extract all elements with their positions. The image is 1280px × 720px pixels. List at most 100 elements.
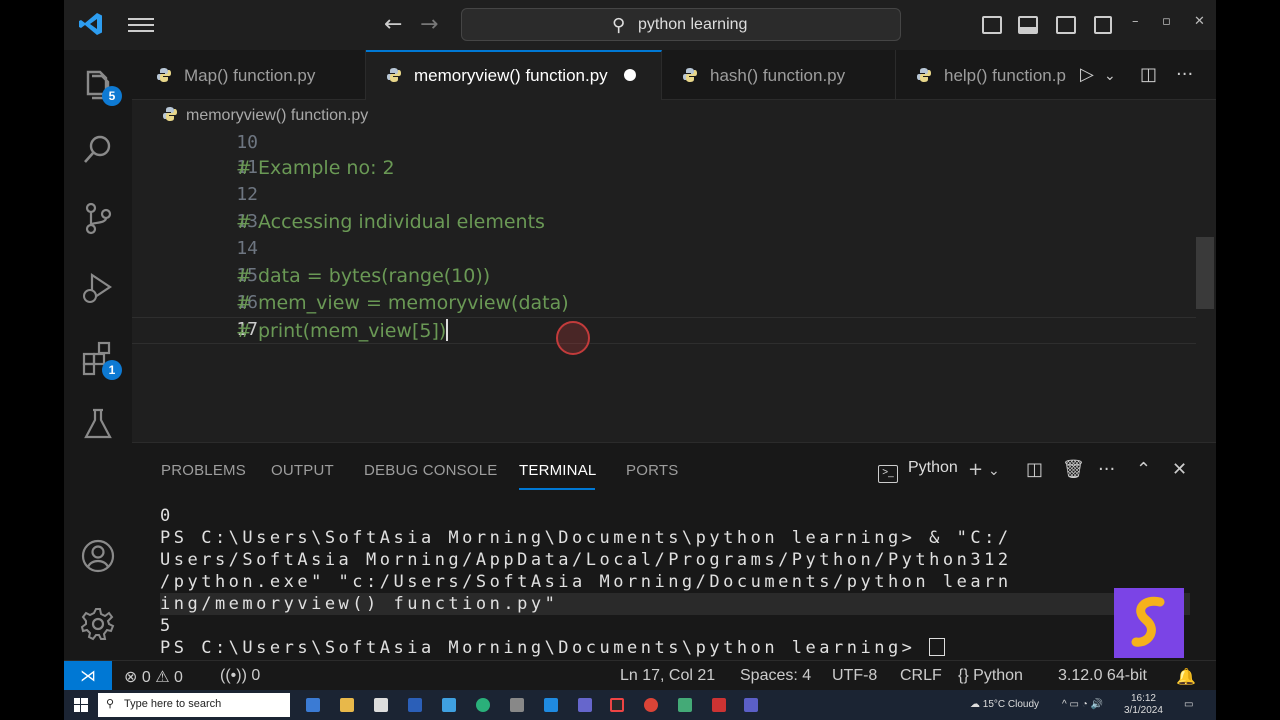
search-icon[interactable] xyxy=(80,132,116,168)
accounts-icon[interactable] xyxy=(80,538,116,574)
terminal-line: PS C:\Users\SoftAsia Morning\Documents\p… xyxy=(160,528,1012,548)
line-number: 12 xyxy=(236,184,258,205)
terminal-shell-selector[interactable]: >_ Python xyxy=(878,459,958,483)
app-icon[interactable] xyxy=(442,698,456,712)
run-debug-icon[interactable] xyxy=(80,270,116,306)
editor-scrollbar[interactable] xyxy=(1196,237,1214,309)
explorer-icon[interactable]: 5 xyxy=(80,66,122,106)
task-view-icon[interactable] xyxy=(306,698,320,712)
code-line-current: 17 # print(mem_view[5]) xyxy=(132,319,1192,346)
clock[interactable]: 16:12 3/1/2024 xyxy=(1124,693,1163,717)
toggle-panel-icon[interactable] xyxy=(1018,16,1038,34)
minimize-icon[interactable]: – xyxy=(1132,14,1139,29)
code-line: 14 xyxy=(132,238,1192,265)
tab-hash-function[interactable]: hash() function.py xyxy=(662,50,896,100)
terminal-line: /python.exe" "c:/Users/SoftAsia Morning/… xyxy=(160,572,1012,592)
store-icon[interactable] xyxy=(374,698,388,712)
command-center-search[interactable]: ⚲ python learning xyxy=(461,8,901,41)
code-line: 16 # mem_view = memoryview(data) xyxy=(132,292,1192,319)
app-icon[interactable] xyxy=(510,698,524,712)
notifications-bell-icon[interactable]: 🔔 xyxy=(1176,667,1196,687)
error-icon: ⊗ xyxy=(124,669,138,686)
close-panel-icon[interactable]: ✕ xyxy=(1172,459,1187,480)
code-line: 12 xyxy=(132,184,1192,211)
teams-icon[interactable] xyxy=(744,698,758,712)
line-code-text: # print(mem_view[5]) xyxy=(236,320,447,342)
app-icon[interactable] xyxy=(712,698,726,712)
shell-name: Python xyxy=(908,459,958,476)
code-line: 13 # Accessing individual elements xyxy=(132,211,1192,238)
app-icon[interactable] xyxy=(610,698,624,712)
customize-layout-icon[interactable] xyxy=(1094,16,1112,34)
taskbar-search-placeholder: Type here to search xyxy=(124,698,222,710)
language-mode[interactable]: {} Python xyxy=(958,667,1023,685)
problems-status[interactable]: ⊗ 0 ⚠ 0 xyxy=(124,667,183,687)
maximize-icon[interactable]: ▫ xyxy=(1162,14,1171,29)
app-icon[interactable] xyxy=(678,698,692,712)
terminal-output[interactable]: 0 PS C:\Users\SoftAsia Morning\Documents\… xyxy=(160,505,1190,659)
source-control-icon[interactable] xyxy=(80,200,116,236)
terminal-line: ing/memoryview() function.py" xyxy=(160,593,1190,615)
end-of-line[interactable]: CRLF xyxy=(900,667,942,685)
vscode-taskbar-icon[interactable] xyxy=(544,698,558,712)
menu-icon[interactable] xyxy=(128,14,154,36)
notification-center-icon[interactable]: ▭ xyxy=(1184,699,1193,710)
tab-help-function[interactable]: help() function.p xyxy=(896,50,1072,100)
channel-logo-icon xyxy=(1114,588,1184,658)
weather-widget[interactable]: ☁ 15°C Cloudy xyxy=(970,699,1039,710)
remote-indicator-icon[interactable]: ⋊ xyxy=(64,661,112,690)
toggle-secondary-sidebar-icon[interactable] xyxy=(1056,16,1076,34)
more-actions-icon[interactable]: ··· xyxy=(1098,459,1115,480)
split-editor-icon[interactable]: ◫ xyxy=(1140,64,1157,85)
code-editor[interactable]: 10 11 # Example no: 2 12 13 # Accessing in… xyxy=(132,132,1216,442)
editor-tab-bar: Map() function.py memoryview() function.… xyxy=(132,50,1216,100)
app-icon[interactable] xyxy=(578,698,592,712)
chrome-icon[interactable] xyxy=(644,698,658,712)
run-options-chevron-icon[interactable]: ⌄ xyxy=(1104,68,1116,84)
tab-output[interactable]: OUTPUT xyxy=(271,462,334,479)
toggle-primary-sidebar-icon[interactable] xyxy=(982,16,1002,34)
terminal-options-chevron-icon[interactable]: ⌄ xyxy=(988,463,1000,479)
testing-icon[interactable] xyxy=(80,406,116,442)
line-code: # data = bytes(range(10)) xyxy=(236,265,491,287)
settings-gear-icon[interactable] xyxy=(80,606,116,642)
ports-status[interactable]: ((•)) 0 xyxy=(220,667,260,685)
system-tray-icons[interactable]: ^ ▭ ◔ 🔊 xyxy=(1062,699,1103,710)
maximize-panel-chevron-up-icon[interactable]: ⌃ xyxy=(1136,459,1151,480)
indentation[interactable]: Spaces: 4 xyxy=(740,667,811,685)
breadcrumb[interactable]: memoryview() function.py xyxy=(132,100,1216,132)
cloud-icon: ☁ xyxy=(970,699,980,710)
python-file-icon xyxy=(917,68,931,82)
back-arrow-icon[interactable]: ← xyxy=(384,12,402,37)
taskbar-search-input[interactable]: ⚲ Type here to search xyxy=(98,693,290,717)
line-number: 14 xyxy=(236,238,258,259)
error-count: 0 xyxy=(141,669,151,686)
vscode-logo-icon xyxy=(79,13,102,35)
file-explorer-icon[interactable] xyxy=(340,698,354,712)
run-python-file-icon[interactable]: ▷ xyxy=(1080,64,1094,85)
tab-memoryview-function[interactable]: memoryview() function.py xyxy=(366,50,662,100)
encoding[interactable]: UTF-8 xyxy=(832,667,877,685)
kill-terminal-trash-icon[interactable]: 🗑 xyxy=(1062,459,1085,480)
status-bar: ⋊ ⊗ 0 ⚠ 0 ((•)) 0 Ln 17, Col 21 Spaces: … xyxy=(64,660,1216,690)
line-code: # Accessing individual elements xyxy=(236,211,545,233)
edge-icon[interactable] xyxy=(476,698,490,712)
cursor-position[interactable]: Ln 17, Col 21 xyxy=(620,667,715,685)
tab-debug-console[interactable]: DEBUG CONSOLE xyxy=(364,462,497,479)
tab-label: hash() function.py xyxy=(710,66,846,85)
extensions-icon[interactable]: 1 xyxy=(80,340,122,380)
tab-terminal[interactable]: TERMINAL xyxy=(519,462,596,479)
forward-arrow-icon[interactable]: → xyxy=(420,12,438,37)
tab-map-function[interactable]: Map() function.py xyxy=(132,50,366,100)
tab-problems[interactable]: PROBLEMS xyxy=(161,462,246,479)
tab-ports[interactable]: PORTS xyxy=(626,462,678,479)
split-terminal-icon[interactable]: ◫ xyxy=(1026,459,1043,480)
windows-start-icon[interactable] xyxy=(74,698,88,712)
new-terminal-plus-icon[interactable]: + xyxy=(968,459,983,480)
python-interpreter[interactable]: 3.12.0 64-bit xyxy=(1058,667,1147,685)
close-window-icon[interactable]: ✕ xyxy=(1194,14,1205,29)
unsaved-dot-icon[interactable] xyxy=(623,69,636,81)
terminal-prompt-line: PS C:\Users\SoftAsia Morning\Documents\p… xyxy=(160,637,1190,659)
word-icon[interactable] xyxy=(408,698,422,712)
more-actions-icon[interactable]: ··· xyxy=(1176,64,1193,85)
